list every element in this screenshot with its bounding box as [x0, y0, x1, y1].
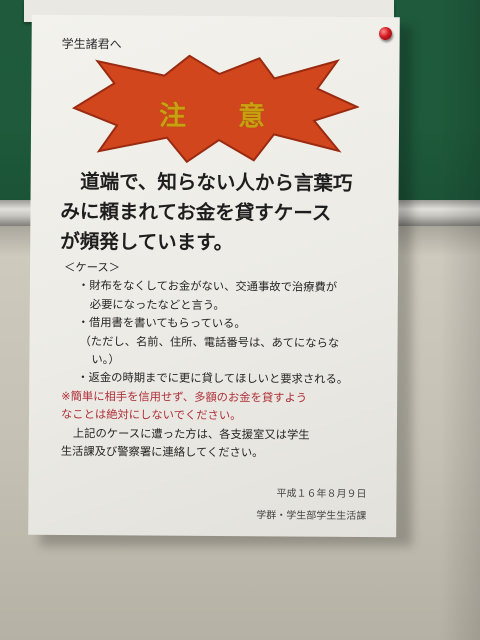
notice-addressee: 学生諸君へ	[61, 36, 122, 52]
case-line: ＜ケース＞	[64, 260, 121, 275]
case-line: 必要になったなどと言う。	[89, 297, 225, 312]
notice-paper: 学生諸君へ 注意 道端で、知らない人から言葉巧 みに頼まれてお金を貸すケース が頻発…	[28, 14, 400, 538]
photo-scene: 学生諸君へ 注意 道端で、知らない人から言葉巧 みに頼まれてお金を貸すケース が頻発…	[0, 0, 480, 640]
lead-line: みに頼まれてお金を貸すケース	[60, 199, 332, 225]
warning-line: なことは絶対にしないでください。	[60, 408, 242, 423]
case-line: 生活課及び警察署に連絡してください。	[60, 444, 264, 460]
case-line: ・返金の時期までに更に貸してほしいと要求される。	[77, 371, 349, 387]
warning-line: ※簡単に相手を信用せず、多額のお金を貸すよう	[61, 389, 308, 405]
lead-line: が頻発しています。	[60, 229, 234, 255]
case-line: ・借用書を書いてもらっている。	[77, 316, 246, 331]
lead-paragraph: 道端で、知らない人から言葉巧 みに頼まれてお金を貸すケース が頻発しています。	[60, 167, 391, 259]
push-pin-icon	[379, 27, 392, 40]
case-line: ・財布をなくしてお金がない、交通事故で治療費が	[77, 279, 338, 295]
notice-date: 平成１６年８月９日	[276, 488, 367, 501]
lead-line: 道端で、知らない人から言葉巧	[60, 169, 353, 195]
notice-heading: 注意	[159, 100, 318, 133]
case-line: （ただし、名前、住所、電話番号は、あてにならな	[79, 334, 340, 350]
vignette	[440, 0, 480, 640]
notice-issuer: 学群・学生部学生生活課	[256, 510, 367, 523]
case-list: ＜ケース＞ ・財布をなくしてお金がない、交通事故で治療費が必要になったなどと言う。…	[57, 259, 388, 464]
case-line: い。）	[91, 353, 120, 367]
case-line: 上記のケースに遭った方は、各支援室又は学生	[72, 426, 310, 442]
